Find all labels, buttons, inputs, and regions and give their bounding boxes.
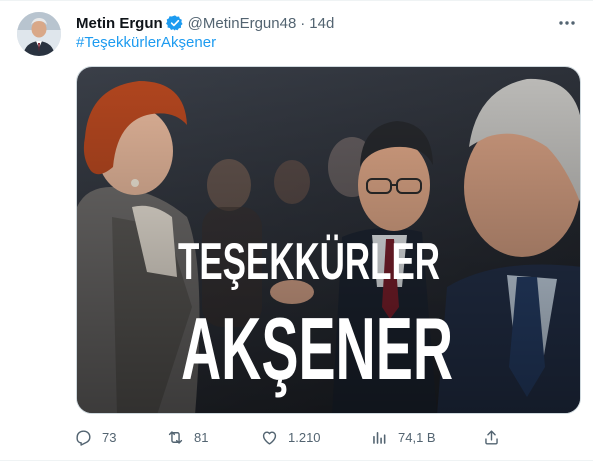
views-icon	[373, 431, 386, 444]
retweet-icon	[168, 430, 183, 444]
reply-count: 73	[102, 429, 117, 445]
tweet-actions: 73 81 1.210 74,1 B	[74, 426, 504, 448]
like-button[interactable]: 1.210	[260, 426, 321, 448]
media-overlay-line-1: TEŞEKKÜRLER	[178, 233, 440, 291]
verified-badge-icon	[165, 14, 184, 32]
views-button[interactable]: 74,1 B	[370, 426, 436, 448]
media-photo: TEŞEKKÜRLER AKŞENER	[77, 67, 580, 413]
author-handle[interactable]: @MetinErgun48	[188, 15, 297, 32]
retweet-button[interactable]: 81	[166, 426, 208, 448]
more-icon[interactable]	[557, 14, 577, 32]
share-button[interactable]	[482, 426, 510, 448]
like-icon	[262, 430, 277, 445]
tweet-header: Metin Ergun @MetinErgun48 · 14d	[76, 12, 577, 34]
retweet-count: 81	[194, 429, 209, 445]
tweet-media[interactable]: TEŞEKKÜRLER AKŞENER	[76, 66, 581, 414]
author-name[interactable]: Metin Ergun	[76, 15, 163, 32]
tweet-time[interactable]: 14d	[309, 15, 334, 32]
tweet-hashtag[interactable]: #TeşekkürlerAkşener	[76, 34, 216, 51]
like-count: 1.210	[288, 429, 321, 445]
avatar[interactable]	[17, 12, 61, 56]
avatar-photo	[17, 12, 61, 56]
views-count: 74,1 B	[398, 429, 436, 445]
separator-dot: ·	[300, 14, 306, 32]
reply-button[interactable]: 73	[74, 426, 116, 448]
share-icon	[485, 429, 498, 445]
media-overlay-line-2: AKŞENER	[181, 299, 453, 398]
reply-icon	[76, 429, 91, 446]
